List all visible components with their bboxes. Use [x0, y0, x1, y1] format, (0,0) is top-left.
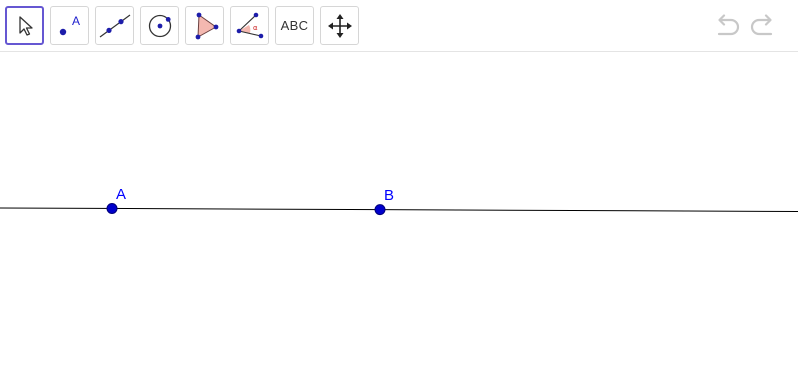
graphics-view[interactable]: A B [0, 53, 798, 379]
text-tool-label: ABC [280, 18, 309, 33]
circle-center-point-icon [148, 14, 171, 37]
point-icon-label: A [72, 14, 80, 28]
circle-tool-button[interactable] [140, 6, 179, 45]
move-graphics-view-tool-button[interactable] [320, 6, 359, 45]
text-tool-button[interactable]: ABC [275, 6, 314, 45]
angle-icon: α [236, 12, 263, 38]
point-b[interactable] [374, 204, 386, 216]
redo-button[interactable] [749, 12, 779, 40]
angle-icon-label: α [253, 24, 258, 32]
move-tool-button[interactable] [5, 6, 44, 45]
undo-icon [717, 14, 740, 36]
point-a[interactable] [106, 203, 118, 214]
cursor-arrow-icon [18, 15, 33, 36]
point-icon: A [59, 14, 80, 35]
polygon-icon [195, 12, 218, 39]
angle-tool-button[interactable]: α [230, 6, 269, 45]
undo-button[interactable] [711, 12, 741, 40]
point-b-label: B [384, 187, 394, 204]
redo-icon [750, 14, 773, 36]
toolbar: A α ABC [0, 0, 798, 52]
move-arrows-icon [327, 13, 352, 38]
line-ab[interactable] [0, 207, 798, 212]
line-tool-button[interactable] [95, 6, 134, 45]
point-tool-button[interactable]: A [50, 6, 89, 45]
line-through-two-points-icon [99, 14, 130, 37]
point-a-label: A [116, 186, 126, 203]
polygon-tool-button[interactable] [185, 6, 224, 45]
